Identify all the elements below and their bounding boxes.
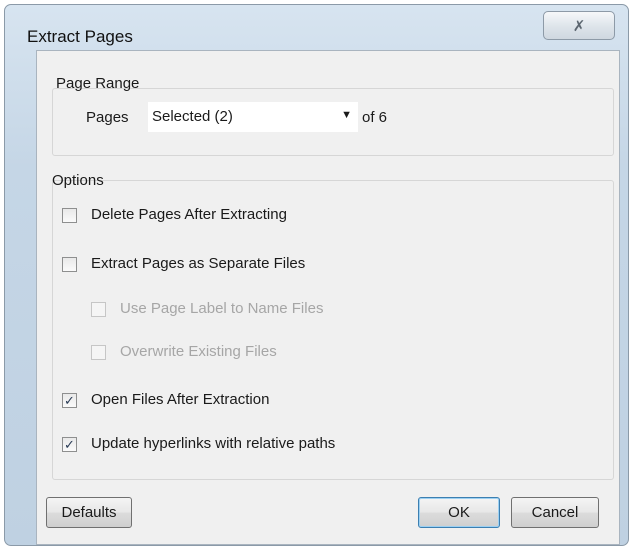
options-label: Options [52, 172, 104, 189]
defaults-button[interactable]: Defaults [46, 497, 132, 528]
pages-select[interactable]: Selected (2) ▼ [148, 102, 358, 132]
overwrite-files-label: Overwrite Existing Files [120, 343, 277, 360]
open-files-label: Open Files After Extraction [91, 391, 270, 408]
page-count-text: of 6 [362, 109, 388, 126]
separate-files-checkbox[interactable] [62, 257, 77, 272]
open-files-checkbox[interactable]: ✓ [62, 393, 77, 408]
pages-select-value: Selected (2) [152, 108, 233, 125]
update-hyperlinks-checkbox[interactable]: ✓ [62, 437, 77, 452]
update-hyperlinks-label: Update hyperlinks with relative paths [91, 435, 336, 452]
delete-pages-label: Delete Pages After Extracting [91, 206, 287, 223]
chevron-down-icon: ▼ [341, 109, 352, 121]
page-label-naming-label: Use Page Label to Name Files [120, 300, 324, 317]
delete-pages-checkbox[interactable] [62, 208, 77, 223]
pages-label: Pages [86, 109, 129, 126]
ok-button[interactable]: OK [418, 497, 500, 528]
checkmark-icon: ✓ [64, 437, 75, 452]
separate-files-label: Extract Pages as Separate Files [91, 255, 306, 272]
dialog-title: Extract Pages [27, 27, 133, 46]
close-icon: ✗ [572, 17, 586, 35]
cancel-button[interactable]: Cancel [511, 497, 599, 528]
page-label-naming-checkbox[interactable] [91, 302, 106, 317]
page-range-label: Page Range [56, 75, 140, 92]
checkmark-icon: ✓ [64, 393, 75, 408]
close-button[interactable]: ✗ [543, 11, 615, 40]
overwrite-files-checkbox[interactable] [91, 345, 106, 360]
